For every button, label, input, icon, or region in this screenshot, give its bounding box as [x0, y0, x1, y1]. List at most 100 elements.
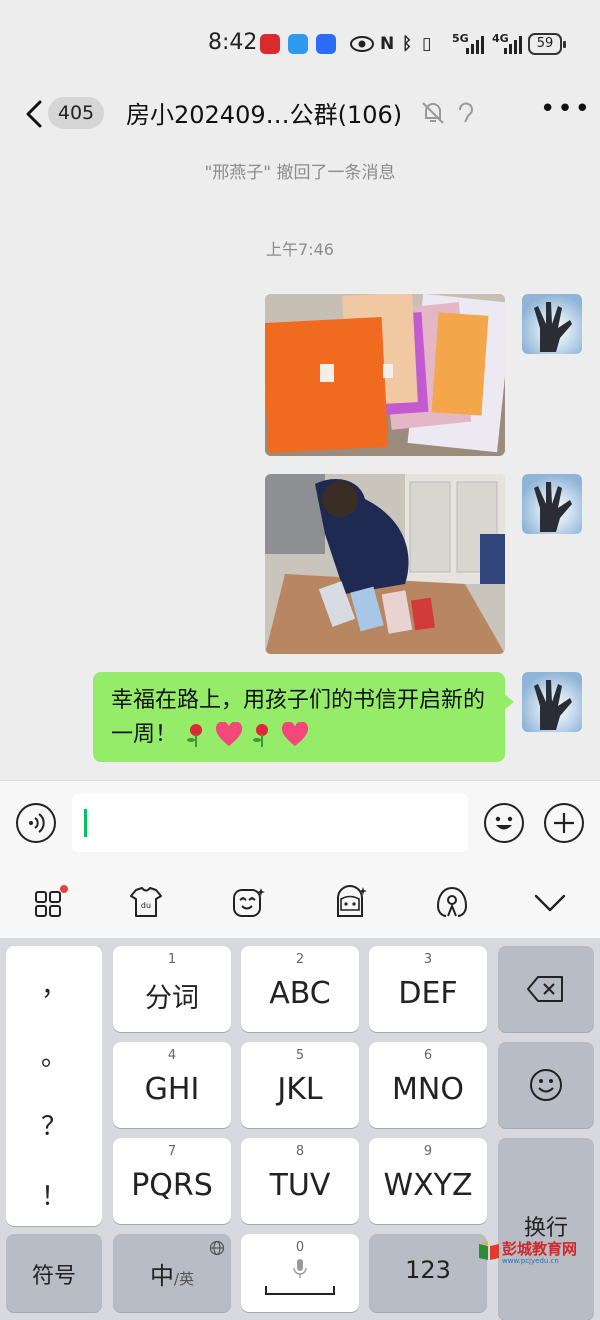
- chat-header: 405 房小202409…公群(106) •••: [0, 80, 600, 148]
- more-functions-button[interactable]: [544, 803, 584, 843]
- key-2[interactable]: 2 ABC: [241, 946, 359, 1032]
- voice-icon: [29, 813, 45, 833]
- avatar[interactable]: [522, 672, 582, 732]
- key-number: 2: [295, 952, 305, 967]
- punctuation-key[interactable]: 。: [6, 1036, 102, 1073]
- message-timestamp: 上午7:46: [266, 240, 334, 259]
- earpiece-icon: [459, 102, 473, 123]
- watermark-url: www.pcjyedu.cn: [502, 1257, 559, 1265]
- battery-icon: 59: [528, 33, 566, 55]
- numeric-key[interactable]: 123: [369, 1234, 487, 1312]
- mute-bell-icon: [422, 102, 444, 124]
- key-number: 0: [295, 1240, 305, 1255]
- chat-title[interactable]: 房小202409…公群(106): [126, 95, 402, 130]
- voice-input-button[interactable]: [16, 803, 56, 843]
- status-bar: 8:42 N ᛒ ▯ 5G 4G 59: [0, 0, 600, 80]
- key-number: 5: [295, 1048, 305, 1063]
- key-1[interactable]: 1 分词: [113, 946, 231, 1032]
- recall-notice: "邢燕子" 撤回了一条消息: [204, 163, 396, 183]
- bluetooth-icon: ᛒ: [402, 34, 413, 54]
- apps-icon[interactable]: [32, 884, 68, 920]
- heart-emoji-icon: [216, 722, 243, 746]
- collapse-keyboard-icon[interactable]: [532, 884, 568, 920]
- key-9[interactable]: 9 WXYZ: [369, 1138, 487, 1224]
- symbol-key-label: 符号: [31, 1264, 76, 1289]
- skin-icon[interactable]: du: [128, 884, 164, 920]
- key-label: GHI: [144, 1072, 200, 1107]
- lang-main-label: 中: [149, 1262, 174, 1290]
- unread-count-badge[interactable]: 405: [48, 97, 104, 129]
- key-label: ABC: [269, 976, 331, 1011]
- backspace-key[interactable]: [498, 946, 594, 1032]
- message-input[interactable]: [72, 794, 468, 852]
- key-8[interactable]: 8 TUV: [241, 1138, 359, 1224]
- image-message[interactable]: [265, 294, 505, 456]
- app-notification-icon: [260, 34, 280, 54]
- signal-icon: [504, 36, 522, 54]
- key-label: PQRS: [131, 1168, 213, 1203]
- emoticon-icon[interactable]: [230, 884, 266, 920]
- app-notification-icon: [288, 34, 308, 54]
- key-label: DEF: [398, 976, 458, 1011]
- heart-emoji-icon: [282, 722, 309, 746]
- enter-key[interactable]: 换行: [498, 1138, 594, 1320]
- punctuation-column[interactable]: ， 。 ？ ！: [6, 946, 102, 1226]
- emoji-key[interactable]: [498, 1042, 594, 1128]
- numeric-key-label: 123: [405, 1256, 451, 1284]
- key-5[interactable]: 5 JKL: [241, 1042, 359, 1128]
- signal-icon: [466, 36, 484, 54]
- key-label: 分词: [145, 983, 199, 1014]
- language-key-label: 中/英: [113, 1256, 231, 1291]
- key-7[interactable]: 7 PQRS: [113, 1138, 231, 1224]
- rose-emoji-icon: [187, 724, 203, 747]
- space-key[interactable]: 0: [241, 1234, 359, 1312]
- svg-text:du: du: [141, 901, 151, 910]
- key-4[interactable]: 4 GHI: [113, 1042, 231, 1128]
- language-switch-key[interactable]: 中/英: [113, 1234, 231, 1312]
- vibrate-icon: ▯: [422, 34, 432, 54]
- key-number: 4: [167, 1048, 177, 1063]
- key-6[interactable]: 6 MNO: [369, 1042, 487, 1128]
- key-label: JKL: [277, 1072, 323, 1107]
- image-message[interactable]: [265, 474, 505, 654]
- emoji-button[interactable]: [484, 803, 524, 843]
- key-number: 8: [295, 1144, 305, 1159]
- key-label: WXYZ: [383, 1168, 473, 1203]
- rose-emoji-icon: [253, 724, 269, 747]
- book-logo-icon: [479, 1241, 499, 1260]
- smile-icon: [530, 1069, 562, 1101]
- punctuation-key[interactable]: ？: [6, 1106, 102, 1143]
- nfc-icon: N: [380, 34, 395, 54]
- punctuation-key[interactable]: ，: [6, 966, 102, 1003]
- avatar[interactable]: [522, 474, 582, 534]
- key-number: 9: [423, 1144, 433, 1159]
- app-notification-icon: [316, 34, 336, 54]
- text-message-bubble[interactable]: 幸福在路上，用孩子们的书信开启新的一周！: [93, 672, 514, 762]
- avatar[interactable]: [522, 294, 582, 354]
- key-3[interactable]: 3 DEF: [369, 946, 487, 1032]
- punctuation-key[interactable]: ！: [6, 1176, 102, 1213]
- key-number: 6: [423, 1048, 433, 1063]
- watermark-title: 彭城教育网: [502, 1240, 578, 1258]
- status-time: 8:42: [208, 30, 258, 55]
- key-label: MNO: [392, 1072, 464, 1107]
- sticker-icon[interactable]: [332, 884, 368, 920]
- backspace-icon: [527, 976, 563, 1002]
- site-watermark: 彭城教育网 www.pcjyedu.cn: [478, 1238, 594, 1268]
- key-label: TUV: [269, 1168, 331, 1203]
- globe-icon: [209, 1240, 225, 1256]
- lang-sub-label: /英: [173, 1270, 195, 1288]
- symbol-key[interactable]: 符号: [6, 1234, 102, 1312]
- text-caret: [84, 809, 87, 837]
- key-number: 1: [167, 952, 177, 967]
- space-bar-icon: [265, 1286, 335, 1295]
- plus-icon: [554, 813, 574, 833]
- eye-icon: [350, 36, 374, 52]
- ime-toolbar: du: [0, 866, 600, 938]
- more-button[interactable]: •••: [540, 94, 592, 124]
- handwrite-icon[interactable]: [434, 884, 470, 920]
- smile-icon: [495, 816, 513, 830]
- input-bar: [0, 780, 600, 866]
- key-number: 3: [423, 952, 433, 967]
- microphone-icon: [293, 1259, 307, 1278]
